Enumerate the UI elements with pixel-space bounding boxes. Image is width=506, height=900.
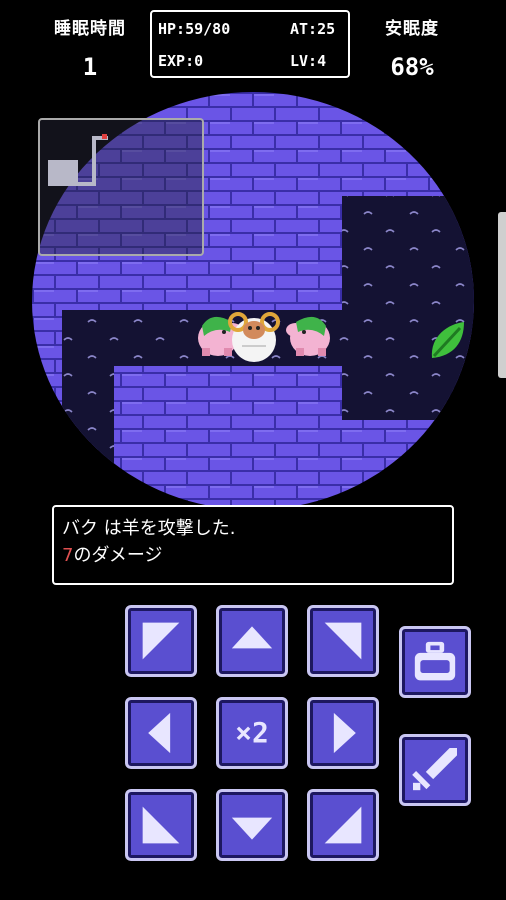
attack-stat: AT:25	[290, 20, 336, 38]
bag-icon	[414, 641, 456, 681]
move-up-left-button[interactable]	[125, 605, 197, 677]
move-up-right-button[interactable]	[307, 605, 379, 677]
hp-stat: HP:59/80	[158, 20, 231, 38]
minimap-room	[48, 160, 78, 186]
sleep-time-panel: 睡眠時間 1	[40, 14, 140, 81]
comfort-panel: 安眠度 68%	[362, 14, 462, 81]
move-down-right-button[interactable]	[307, 789, 379, 861]
arrow-down-icon	[231, 817, 273, 840]
attack-button[interactable]	[399, 734, 471, 806]
arrow-up-left-icon	[142, 622, 180, 660]
move-right-button[interactable]	[307, 697, 379, 769]
level-stat: LV:4	[290, 52, 327, 70]
message-line-2: 7のダメージ	[62, 542, 444, 569]
message-box: バク は羊を攻撃した. 7のダメージ	[52, 505, 454, 585]
floor-left-shaft	[62, 310, 114, 510]
minimap	[38, 118, 204, 256]
arrow-up-right-icon	[324, 622, 362, 660]
comfort-label: 安眠度	[385, 19, 439, 39]
double-speed-button[interactable]: ×2	[216, 697, 288, 769]
sword-icon	[412, 748, 457, 791]
edge-handle[interactable]	[498, 212, 506, 378]
arrow-left-icon	[148, 712, 171, 754]
move-down-button[interactable]	[216, 789, 288, 861]
stats-box: HP:59/80 AT:25 EXP:0 LV:4	[150, 10, 350, 78]
minimap-player-marker	[102, 134, 107, 139]
damage-value: 7	[62, 545, 74, 566]
move-left-button[interactable]	[125, 697, 197, 769]
arrow-down-left-icon	[142, 806, 180, 844]
damage-suffix: のダメージ	[73, 545, 163, 566]
arrow-up-icon	[231, 626, 273, 649]
move-down-left-button[interactable]	[125, 789, 197, 861]
arrow-down-right-icon	[324, 806, 362, 844]
sleep-time-label: 睡眠時間	[54, 19, 126, 39]
floor-right-room	[342, 196, 474, 420]
move-up-button[interactable]	[216, 605, 288, 677]
sleep-time-value: 1	[82, 53, 98, 81]
item-bag-button[interactable]	[399, 626, 471, 698]
comfort-value: 68%	[390, 53, 434, 81]
arrow-right-icon	[333, 712, 356, 754]
message-line-1: バク は羊を攻撃した.	[62, 518, 236, 539]
exp-stat: EXP:0	[158, 52, 204, 70]
